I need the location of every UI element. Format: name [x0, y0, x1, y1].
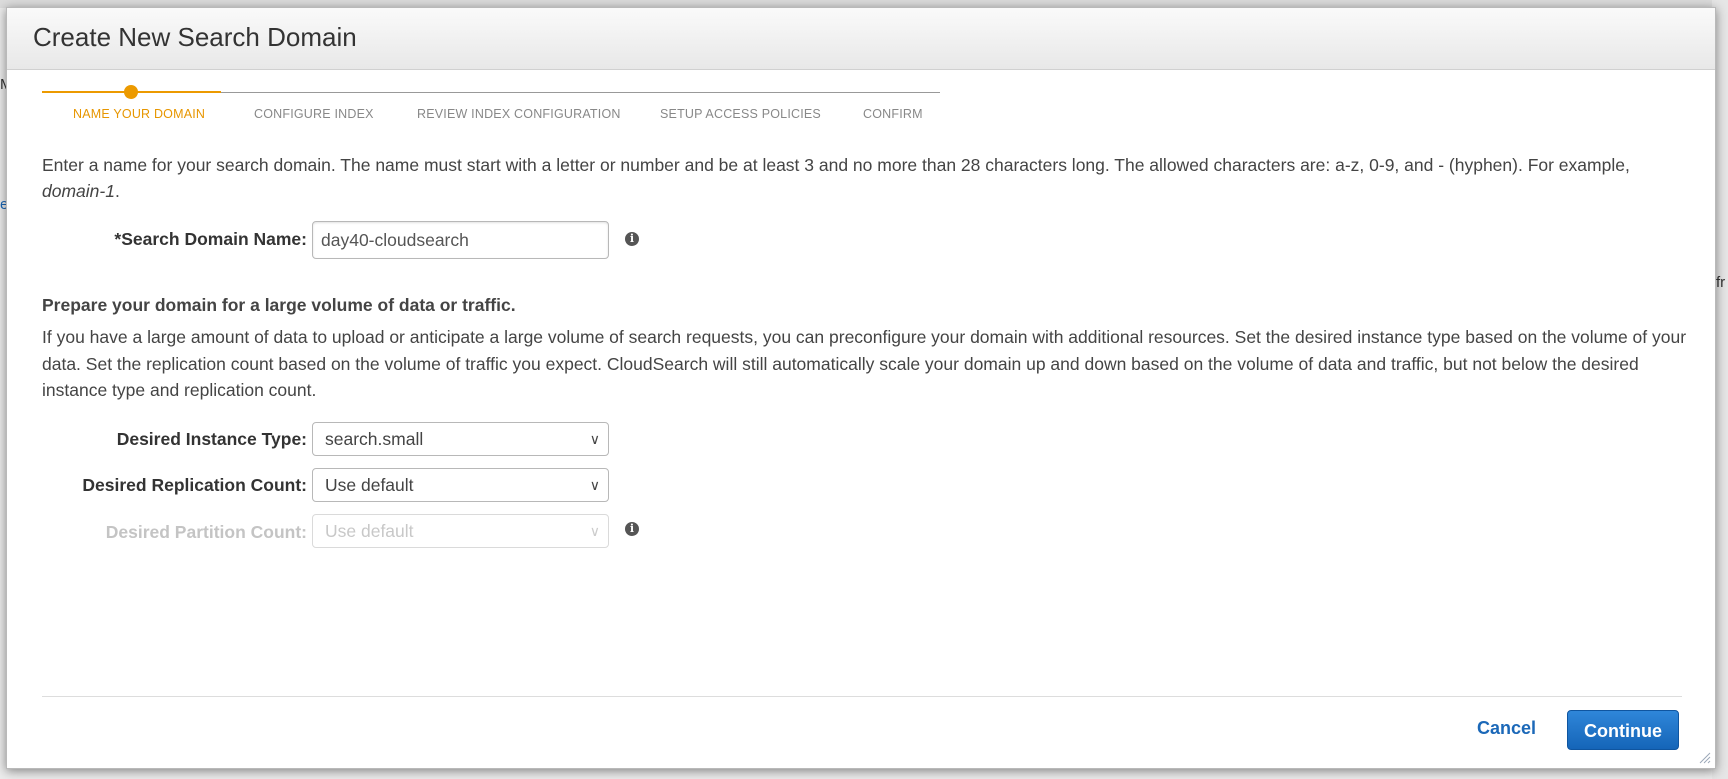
instructions-example: domain-1: [42, 181, 115, 201]
wizard-step-configure-index[interactable]: CONFIGURE INDEX: [254, 107, 374, 121]
capacity-description: If you have a large amount of data to up…: [42, 327, 1687, 400]
backdrop-text-fragment: fr: [1716, 274, 1726, 291]
wizard-step-setup-access-policies[interactable]: SETUP ACCESS POLICIES: [660, 107, 821, 121]
partition-count-label: Desired Partition Count:: [105, 522, 307, 542]
instance-type-select[interactable]: search.small ∨: [312, 422, 609, 456]
info-icon[interactable]: i: [625, 232, 639, 246]
capacity-heading: Prepare your domain for a large volume o…: [42, 295, 516, 315]
dialog-header: Create New Search Domain: [7, 8, 1715, 70]
chevron-down-icon: ∨: [589, 431, 600, 447]
instructions-text: Enter a name for your search domain. The…: [42, 155, 1630, 175]
wizard-step-review-index-configuration[interactable]: REVIEW INDEX CONFIGURATION: [417, 107, 621, 121]
partition-count-select[interactable]: Use default ∨: [312, 514, 609, 548]
instructions-suffix: .: [114, 181, 120, 201]
wizard-step-confirm[interactable]: CONFIRM: [863, 107, 923, 121]
instance-type-label: Desired Instance Type:: [116, 429, 307, 449]
dialog-title: Create New Search Domain: [33, 22, 357, 52]
domain-name-instructions: Enter a name for your search domain. The…: [42, 152, 1692, 204]
footer-divider: [42, 696, 1682, 697]
cancel-button[interactable]: Cancel: [1477, 718, 1536, 739]
wizard-progress: NAME YOUR DOMAIN CONFIGURE INDEX REVIEW …: [42, 82, 940, 132]
wizard-current-step-marker: [124, 85, 138, 99]
search-domain-name-input[interactable]: [312, 221, 609, 259]
replication-count-label: Desired Replication Count:: [82, 475, 307, 495]
replication-count-select[interactable]: Use default ∨: [312, 468, 609, 502]
create-search-domain-dialog: Create New Search Domain NAME YOUR DOMAI…: [6, 7, 1716, 769]
search-domain-name-label: *Search Domain Name:: [114, 229, 307, 249]
chevron-down-icon: ∨: [589, 523, 600, 539]
info-icon[interactable]: i: [625, 522, 639, 536]
partition-count-selected: Use default: [325, 521, 414, 541]
chevron-down-icon: ∨: [589, 477, 600, 493]
continue-button[interactable]: Continue: [1567, 710, 1679, 750]
replication-count-selected: Use default: [325, 475, 414, 495]
wizard-step-name-your-domain[interactable]: NAME YOUR DOMAIN: [73, 107, 205, 121]
resize-grip-icon[interactable]: [1699, 752, 1711, 764]
instance-type-selected: search.small: [325, 429, 424, 449]
